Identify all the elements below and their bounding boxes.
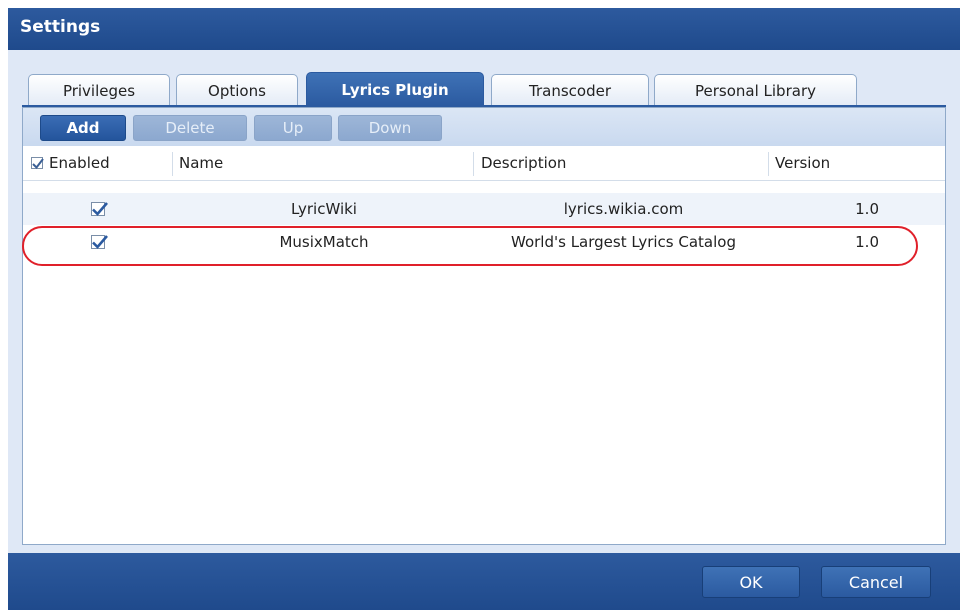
up-button[interactable]: Up	[254, 115, 332, 141]
check-icon	[32, 158, 44, 170]
header-version[interactable]: Version	[775, 146, 935, 180]
tab-personal-library[interactable]: Personal Library	[654, 74, 857, 106]
header-name[interactable]: Name	[179, 146, 469, 180]
dialog-footer: OK Cancel	[8, 553, 960, 610]
select-all-checkbox[interactable]	[31, 157, 44, 170]
dialog-titlebar[interactable]: Settings	[8, 8, 960, 50]
grid-header: Enabled Name Description Version	[23, 146, 945, 181]
tab-options[interactable]: Options	[176, 74, 298, 106]
delete-button[interactable]: Delete	[133, 115, 247, 141]
cancel-button[interactable]: Cancel	[821, 566, 931, 598]
column-separator[interactable]	[473, 152, 474, 176]
lyrics-plugin-panel: Add Delete Up Down Enabled Name Descript…	[22, 107, 946, 545]
enabled-checkbox[interactable]	[91, 202, 108, 216]
check-icon	[92, 202, 108, 216]
enabled-cell	[91, 193, 121, 225]
plugin-toolbar: Add Delete Up Down	[23, 108, 945, 147]
name-cell: LyricWiki	[291, 200, 357, 218]
column-separator[interactable]	[768, 152, 769, 176]
dialog-title: Settings	[20, 17, 101, 37]
ok-button[interactable]: OK	[702, 566, 800, 598]
table-row[interactable]: LyricWiki lyrics.wikia.com 1.0	[23, 193, 945, 225]
down-button[interactable]: Down	[338, 115, 442, 141]
settings-dialog: Settings Privileges Options Lyrics Plugi…	[8, 8, 960, 610]
version-cell: 1.0	[855, 200, 879, 218]
tab-transcoder[interactable]: Transcoder	[491, 74, 649, 106]
highlight-ring	[22, 226, 918, 266]
header-enabled[interactable]: Enabled	[31, 146, 171, 180]
description-cell: lyrics.wikia.com	[563, 200, 684, 218]
tab-privileges[interactable]: Privileges	[28, 74, 170, 106]
header-enabled-label: Enabled	[49, 154, 110, 172]
add-button[interactable]: Add	[40, 115, 126, 141]
tab-lyrics-plugin[interactable]: Lyrics Plugin	[306, 72, 484, 106]
tab-bar: Privileges Options Lyrics Plugin Transco…	[8, 50, 960, 106]
header-description[interactable]: Description	[481, 146, 766, 180]
column-separator[interactable]	[172, 152, 173, 176]
